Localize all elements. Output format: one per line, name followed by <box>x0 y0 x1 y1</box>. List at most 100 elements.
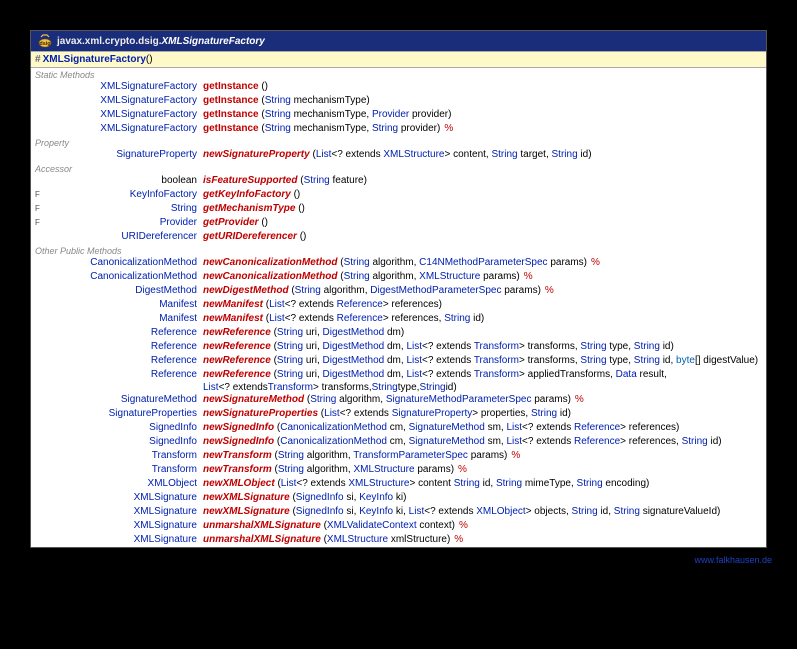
method-signature: unmarshalXMLSignature (XMLValidateContex… <box>203 519 468 533</box>
method-row[interactable]: SignaturePropertynewSignatureProperty (L… <box>31 148 766 162</box>
section-title: Accessor <box>31 162 766 174</box>
return-type: Manifest <box>45 312 203 326</box>
section-title: Property <box>31 136 766 148</box>
return-type: XMLSignature <box>45 533 203 547</box>
method-row[interactable]: XMLSignatureFactorygetInstance (String m… <box>31 94 766 108</box>
method-signature: newReference (String uri, DigestMethod d… <box>203 368 667 382</box>
method-signature: isFeatureSupported (String feature) <box>203 174 367 188</box>
dsig-icon: dsig <box>37 34 53 48</box>
section-title: Other Public Methods <box>31 244 766 256</box>
package-name: javax.xml.crypto.dsig. <box>57 36 162 47</box>
method-row[interactable]: ReferencenewReference (String uri, Diges… <box>31 354 766 368</box>
method-row[interactable]: booleanisFeatureSupported (String featur… <box>31 174 766 188</box>
method-row[interactable]: DigestMethodnewDigestMethod (String algo… <box>31 284 766 298</box>
return-type: Reference <box>45 340 203 354</box>
method-signature: newSignedInfo (CanonicalizationMethod cm… <box>203 435 722 449</box>
return-type: SignatureMethod <box>45 393 203 407</box>
return-type: Transform <box>45 463 203 477</box>
return-type: CanonicalizationMethod <box>45 256 203 270</box>
return-type: KeyInfoFactory <box>45 188 203 202</box>
method-signature: newReference (String uri, DigestMethod d… <box>203 326 404 340</box>
method-row[interactable]: ReferencenewReference (String uri, Diges… <box>31 326 766 340</box>
hash-marker: # <box>35 54 41 65</box>
method-row[interactable]: SignatureMethodnewSignatureMethod (Strin… <box>31 393 766 407</box>
return-type: SignedInfo <box>45 421 203 435</box>
method-signature: getMechanismType () <box>203 202 305 216</box>
method-continuation: List<? extends Transform> transforms, St… <box>31 382 766 393</box>
sections-container: Static MethodsXMLSignatureFactorygetInst… <box>31 68 766 547</box>
method-row[interactable]: XMLSignatureFactorygetInstance (String m… <box>31 122 766 136</box>
method-signature: getInstance (String mechanismType, Strin… <box>203 122 453 136</box>
method-row[interactable]: ManifestnewManifest (List<? extends Refe… <box>31 312 766 326</box>
method-row[interactable]: SignedInfonewSignedInfo (Canonicalizatio… <box>31 435 766 449</box>
method-row[interactable]: XMLObjectnewXMLObject (List<? extends XM… <box>31 477 766 491</box>
method-row[interactable]: ReferencenewReference (String uri, Diges… <box>31 368 766 382</box>
return-type: SignatureProperties <box>45 407 203 421</box>
method-row[interactable]: CanonicalizationMethodnewCanonicalizatio… <box>31 270 766 284</box>
return-type: SignedInfo <box>45 435 203 449</box>
method-signature: getKeyInfoFactory () <box>203 188 300 202</box>
method-signature: getInstance () <box>203 80 268 94</box>
flag-cell: F <box>35 202 45 216</box>
method-row[interactable]: TransformnewTransform (String algorithm,… <box>31 463 766 477</box>
footer-link[interactable]: www.falkhausen.de <box>694 555 772 565</box>
return-type: XMLObject <box>45 477 203 491</box>
constructor-row[interactable]: # XMLSignatureFactory () <box>31 51 766 68</box>
method-row[interactable]: XMLSignatureFactorygetInstance () <box>31 80 766 94</box>
method-row[interactable]: FKeyInfoFactorygetKeyInfoFactory () <box>31 188 766 202</box>
method-row[interactable]: TransformnewTransform (String algorithm,… <box>31 449 766 463</box>
return-type: Reference <box>45 326 203 340</box>
method-row[interactable]: XMLSignaturenewXMLSignature (SignedInfo … <box>31 491 766 505</box>
method-row[interactable]: SignaturePropertiesnewSignaturePropertie… <box>31 407 766 421</box>
method-signature: newManifest (List<? extends Reference> r… <box>203 298 442 312</box>
return-type: Reference <box>45 354 203 368</box>
return-type: XMLSignatureFactory <box>45 80 203 94</box>
return-type: XMLSignatureFactory <box>45 122 203 136</box>
method-row[interactable]: XMLSignatureunmarshalXMLSignature (XMLSt… <box>31 533 766 547</box>
method-row[interactable]: ReferencenewReference (String uri, Diges… <box>31 340 766 354</box>
method-row[interactable]: SignedInfonewSignedInfo (Canonicalizatio… <box>31 421 766 435</box>
method-signature: newTransform (String algorithm, XMLStruc… <box>203 463 467 477</box>
method-signature: newSignedInfo (CanonicalizationMethod cm… <box>203 421 679 435</box>
method-signature: getInstance (String mechanismType, Provi… <box>203 108 451 122</box>
method-signature: newSignatureProperties (List<? extends S… <box>203 407 571 421</box>
method-signature: newXMLSignature (SignedInfo si, KeyInfo … <box>203 505 720 519</box>
return-type: Reference <box>45 368 203 382</box>
constructor-params: () <box>146 54 153 65</box>
return-type: XMLSignatureFactory <box>45 94 203 108</box>
method-signature: newXMLObject (List<? extends XMLStructur… <box>203 477 649 491</box>
method-signature: newSignatureMethod (String algorithm, Si… <box>203 393 584 407</box>
method-signature: unmarshalXMLSignature (XMLStructure xmlS… <box>203 533 463 547</box>
flag-cell: F <box>35 216 45 230</box>
method-row[interactable]: XMLSignatureFactorygetInstance (String m… <box>31 108 766 122</box>
svg-text:dsig: dsig <box>39 41 50 47</box>
method-signature: newCanonicalizationMethod (String algori… <box>203 270 533 284</box>
return-type: CanonicalizationMethod <box>45 270 203 284</box>
return-type: XMLSignature <box>45 491 203 505</box>
method-row[interactable]: CanonicalizationMethodnewCanonicalizatio… <box>31 256 766 270</box>
method-signature: newDigestMethod (String algorithm, Diges… <box>203 284 554 298</box>
method-signature: newTransform (String algorithm, Transfor… <box>203 449 520 463</box>
method-row[interactable]: URIDereferencergetURIDereferencer () <box>31 230 766 244</box>
return-type: Provider <box>45 216 203 230</box>
return-type: String <box>45 202 203 216</box>
method-row[interactable]: FStringgetMechanismType () <box>31 202 766 216</box>
flag-cell: F <box>35 188 45 202</box>
method-signature: newReference (String uri, DigestMethod d… <box>203 340 674 354</box>
method-signature: getProvider () <box>203 216 268 230</box>
method-row[interactable]: XMLSignaturenewXMLSignature (SignedInfo … <box>31 505 766 519</box>
return-type: Transform <box>45 449 203 463</box>
method-signature: getInstance (String mechanismType) <box>203 94 370 108</box>
method-signature: newManifest (List<? extends Reference> r… <box>203 312 484 326</box>
method-row[interactable]: ManifestnewManifest (List<? extends Refe… <box>31 298 766 312</box>
method-signature: getURIDereferencer () <box>203 230 306 244</box>
method-row[interactable]: XMLSignatureunmarshalXMLSignature (XMLVa… <box>31 519 766 533</box>
method-signature: newCanonicalizationMethod (String algori… <box>203 256 600 270</box>
return-type: SignatureProperty <box>45 148 203 162</box>
return-type: DigestMethod <box>45 284 203 298</box>
method-signature: newReference (String uri, DigestMethod d… <box>203 354 758 368</box>
class-panel: dsig javax.xml.crypto.dsig. XMLSignature… <box>30 30 767 548</box>
method-row[interactable]: FProvidergetProvider () <box>31 216 766 230</box>
class-header: dsig javax.xml.crypto.dsig. XMLSignature… <box>31 31 766 51</box>
constructor-name: XMLSignatureFactory <box>43 54 146 65</box>
